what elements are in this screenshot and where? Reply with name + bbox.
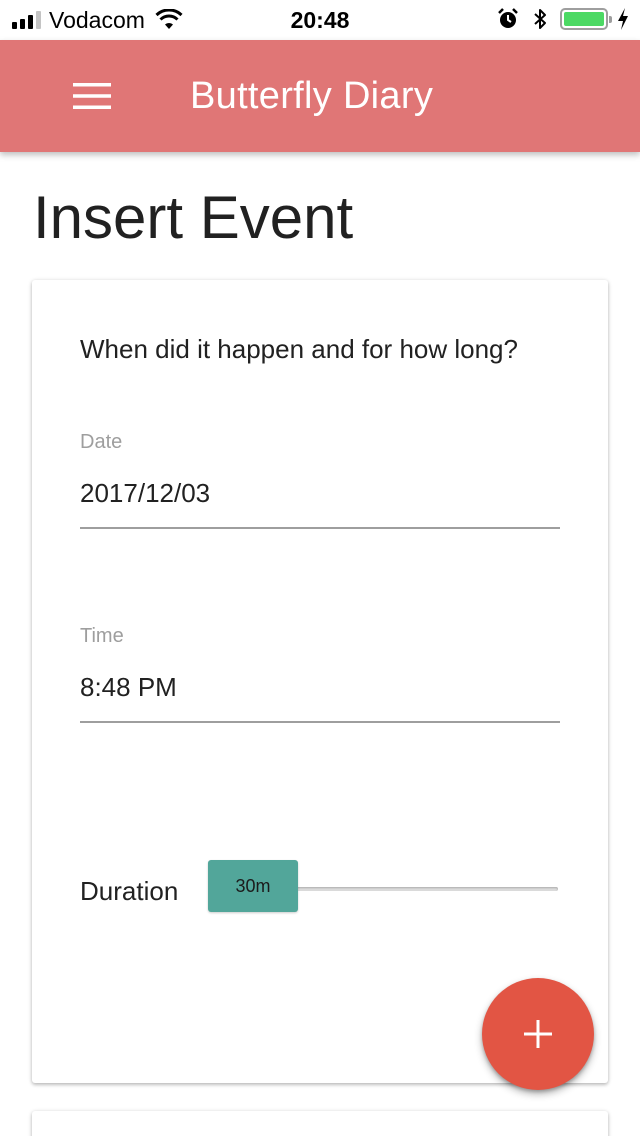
bluetooth-icon [534, 9, 546, 29]
menu-button[interactable] [60, 68, 124, 124]
battery-icon [560, 8, 612, 30]
alarm-clock-icon [498, 8, 518, 28]
duration-slider-thumb[interactable]: 30m [208, 860, 298, 912]
duration-slider-track[interactable] [260, 887, 558, 891]
page-title: Insert Event [33, 184, 354, 251]
date-value[interactable]: 2017/12/03 [80, 476, 210, 510]
date-underline [80, 527, 560, 529]
time-label: Time [80, 625, 124, 647]
second-card [32, 1111, 608, 1136]
status-right [496, 7, 630, 31]
date-label: Date [80, 431, 123, 453]
app-title: Butterfly Diary [190, 75, 434, 117]
plus-icon [524, 1020, 552, 1048]
status-bar: Vodacom 20:48 [0, 0, 640, 40]
time-field[interactable]: Time 8:48 PM [80, 624, 560, 724]
form-question: When did it happen and for how long? [80, 334, 518, 364]
charging-bolt-icon [618, 8, 628, 30]
add-event-button[interactable] [482, 978, 594, 1090]
event-form-card: When did it happen and for how long? Dat… [32, 280, 608, 1083]
time-value[interactable]: 8:48 PM [80, 670, 177, 704]
date-field[interactable]: Date 2017/12/03 [80, 430, 560, 530]
duration-row: Duration 30m [80, 856, 560, 916]
duration-label: Duration [80, 876, 179, 906]
battery-level [564, 12, 604, 26]
menu-icon [73, 83, 111, 109]
app-bar: Butterfly Diary [0, 40, 640, 152]
time-underline [80, 721, 560, 723]
screen: Vodacom 20:48 Butterfly Diary Insert Eve… [0, 0, 640, 1136]
